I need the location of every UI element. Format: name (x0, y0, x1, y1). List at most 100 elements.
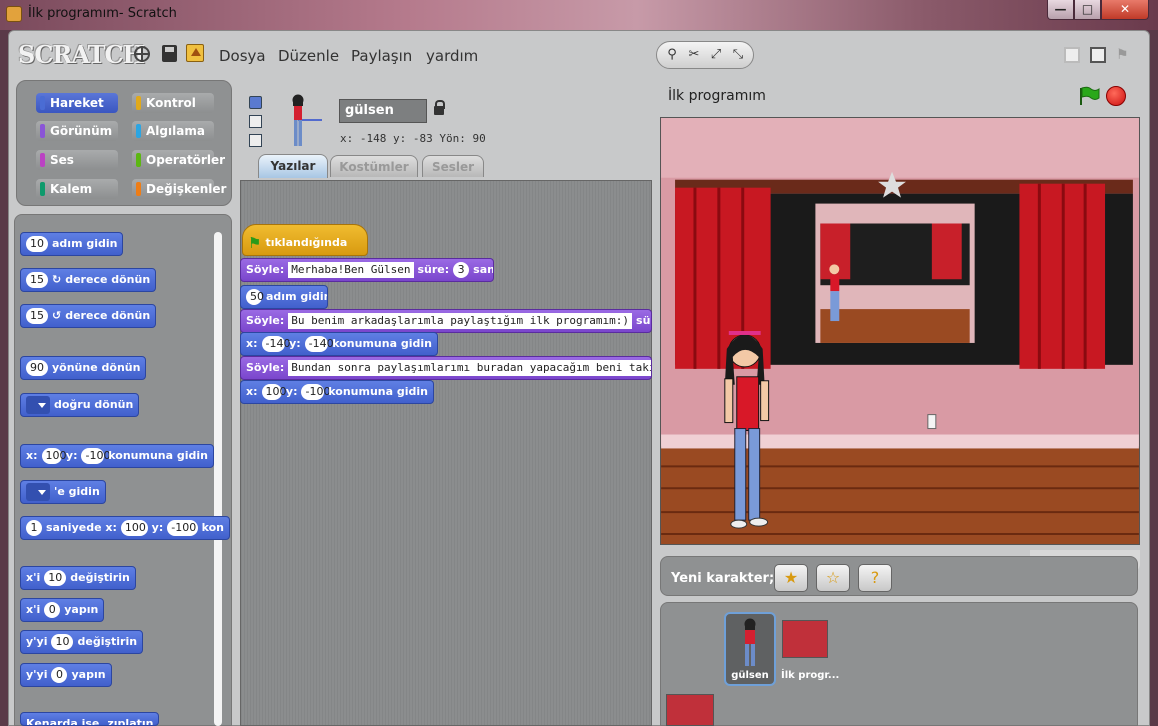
surprise-sprite-button[interactable]: ? (858, 564, 892, 592)
normal-stage-mode-icon[interactable] (1090, 47, 1106, 63)
rotate-ccw-icon: ↺ (52, 309, 62, 322)
x-input[interactable]: 100 (41, 448, 67, 464)
category-sensing[interactable]: Algılama (132, 121, 214, 141)
block-label: y'yi (26, 635, 48, 648)
value-input[interactable]: 0 (44, 602, 61, 618)
script-say-for-secs-2[interactable]: Söyle: Bu benim arkadaşlarımla paylaştığı… (240, 309, 652, 333)
block-bounce-edge[interactable]: Kenarda ise, zıplatın (20, 712, 160, 726)
say-text-input[interactable]: Bu benim arkadaşlarımla paylaştığım ilk … (288, 313, 633, 329)
script-say-for-secs-1[interactable]: Söyle:Merhaba!Ben Gülsensüre:3saniye (240, 258, 494, 282)
close-button[interactable]: ✕ (1101, 0, 1149, 20)
share-upload-icon[interactable] (186, 44, 204, 62)
x-input[interactable]: -140 (261, 336, 290, 352)
block-label: yapın (71, 668, 106, 681)
tab-costumes[interactable]: Kostümler (330, 155, 418, 177)
block-set-x[interactable]: x'i 0 yapın (20, 598, 105, 622)
block-label: Kenarda ise, zıplatın (26, 717, 154, 726)
grow-sprite-icon[interactable]: ⤢ (706, 45, 726, 65)
script-when-flag-clicked[interactable]: ⚑ tıklandığında (242, 224, 368, 256)
block-turn-cw[interactable]: 15 ↻ derece dönün (20, 268, 157, 292)
language-globe-icon[interactable] (134, 46, 150, 62)
y-input[interactable]: -100 (301, 384, 330, 400)
say-text-input[interactable]: Merhaba!Ben Gülsen (288, 262, 414, 278)
rotation-full-icon[interactable] (249, 96, 262, 109)
direction-input[interactable]: 90 (26, 360, 48, 376)
green-flag-icon[interactable] (1078, 86, 1100, 106)
minimize-button[interactable]: — (1047, 0, 1074, 20)
presentation-mode-icon[interactable]: ⚑ (1116, 47, 1132, 63)
degrees-input[interactable]: 15 (26, 272, 48, 288)
category-motion[interactable]: Hareket (36, 93, 118, 113)
target-dropdown[interactable] (26, 483, 50, 501)
block-glide[interactable]: 1 saniyede x: 100 y: -100 kon (20, 516, 230, 540)
category-looks[interactable]: Görünüm (36, 121, 118, 141)
block-label: değiştirin (70, 571, 130, 584)
choose-sprite-file-button[interactable]: ☆ (816, 564, 850, 592)
target-dropdown[interactable] (26, 396, 50, 414)
sprite-name-field[interactable]: gülsen (339, 99, 427, 123)
menu-file[interactable]: Dosya (219, 47, 266, 65)
delete-scissors-icon[interactable]: ✂ (684, 45, 704, 65)
block-point-direction[interactable]: 90 yönüne dönün (20, 356, 147, 380)
block-set-y[interactable]: y'yi 0 yapın (20, 663, 112, 687)
value-input[interactable]: 10 (51, 634, 74, 650)
rotation-none-icon[interactable] (249, 134, 262, 147)
seconds-input[interactable]: 1 (26, 520, 42, 536)
menu-share[interactable]: Paylaşın (351, 47, 412, 65)
block-label: doğru dönün (54, 398, 134, 411)
save-icon[interactable] (162, 45, 177, 62)
value-input[interactable]: 10 (44, 570, 67, 586)
paint-new-sprite-button[interactable]: ★ (774, 564, 808, 592)
stop-icon[interactable] (1106, 86, 1126, 106)
block-label: süre: (417, 263, 450, 276)
block-label: 'e gidin (54, 485, 100, 498)
steps-input[interactable]: 10 (26, 236, 48, 252)
category-operators[interactable]: Operatörler (132, 150, 225, 170)
sprite-gulsen-reflection (829, 264, 840, 322)
rotation-left-right-icon[interactable] (249, 115, 262, 128)
menu-help[interactable]: yardım (426, 47, 478, 65)
stage-thumbnail-secondary[interactable] (666, 694, 714, 726)
block-move-steps[interactable]: 10 adım gidin (20, 232, 124, 256)
y-input[interactable]: -100 (167, 520, 198, 536)
category-variables[interactable]: Değişkenler (132, 179, 226, 199)
say-text-input[interactable]: Bundan sonra paylaşımlarımı buradan yapa… (288, 360, 651, 376)
x-input[interactable]: 100 (261, 384, 287, 400)
block-goto-xy[interactable]: x: 100 y: -100 konumuna gidin (20, 444, 214, 468)
stage-thumbnail[interactable] (782, 620, 828, 658)
seconds-input[interactable]: 3 (453, 262, 470, 278)
block-goto[interactable]: 'e gidin (20, 480, 106, 504)
script-goto-xy-1[interactable]: x: -140 y: -140 konumuna gidin (240, 332, 438, 356)
stage-canvas[interactable] (660, 117, 1140, 545)
shrink-sprite-icon[interactable]: ⤡ (728, 45, 748, 65)
duplicate-stamp-icon[interactable]: ⚲ (662, 45, 682, 65)
block-label: tıklandığında (265, 236, 348, 249)
block-change-x[interactable]: x'i 10 değiştirin (20, 566, 136, 590)
maximize-button[interactable]: □ (1074, 0, 1101, 20)
category-sound[interactable]: Ses (36, 150, 118, 170)
menu-edit[interactable]: Düzenle (278, 47, 339, 65)
y-input[interactable]: -140 (304, 336, 334, 352)
tab-scripts[interactable]: Yazılar (258, 154, 328, 178)
x-input[interactable]: 100 (120, 520, 148, 536)
lock-icon[interactable] (434, 100, 445, 115)
block-label: konumuna gidin (108, 449, 208, 462)
block-label: x'i (26, 603, 41, 616)
y-input[interactable]: -100 (81, 448, 110, 464)
category-control[interactable]: Kontrol (132, 93, 214, 113)
scratch-logo: SCRATCH (18, 40, 145, 69)
block-point-towards[interactable]: doğru dönün (20, 393, 140, 417)
block-label: derece dönün (65, 309, 151, 322)
category-pen[interactable]: Kalem (36, 179, 118, 199)
steps-input[interactable]: 50 (246, 289, 264, 305)
degrees-input[interactable]: 15 (26, 308, 48, 324)
tab-sounds[interactable]: Sesler (422, 155, 484, 177)
script-say-3[interactable]: Söyle: Bundan sonra paylaşımlarımı burada… (240, 356, 652, 380)
value-input[interactable]: 0 (51, 667, 68, 683)
block-change-y[interactable]: y'yi 10 değiştirin (20, 630, 144, 654)
script-move-steps[interactable]: 50 adım gidin (240, 285, 328, 309)
script-goto-xy-2[interactable]: x: 100 y: -100 konumuna gidin (240, 380, 434, 404)
block-turn-ccw[interactable]: 15 ↺ derece dönün (20, 304, 157, 328)
palette-scrollbar[interactable] (214, 232, 222, 726)
small-stage-mode-icon[interactable] (1064, 47, 1080, 63)
